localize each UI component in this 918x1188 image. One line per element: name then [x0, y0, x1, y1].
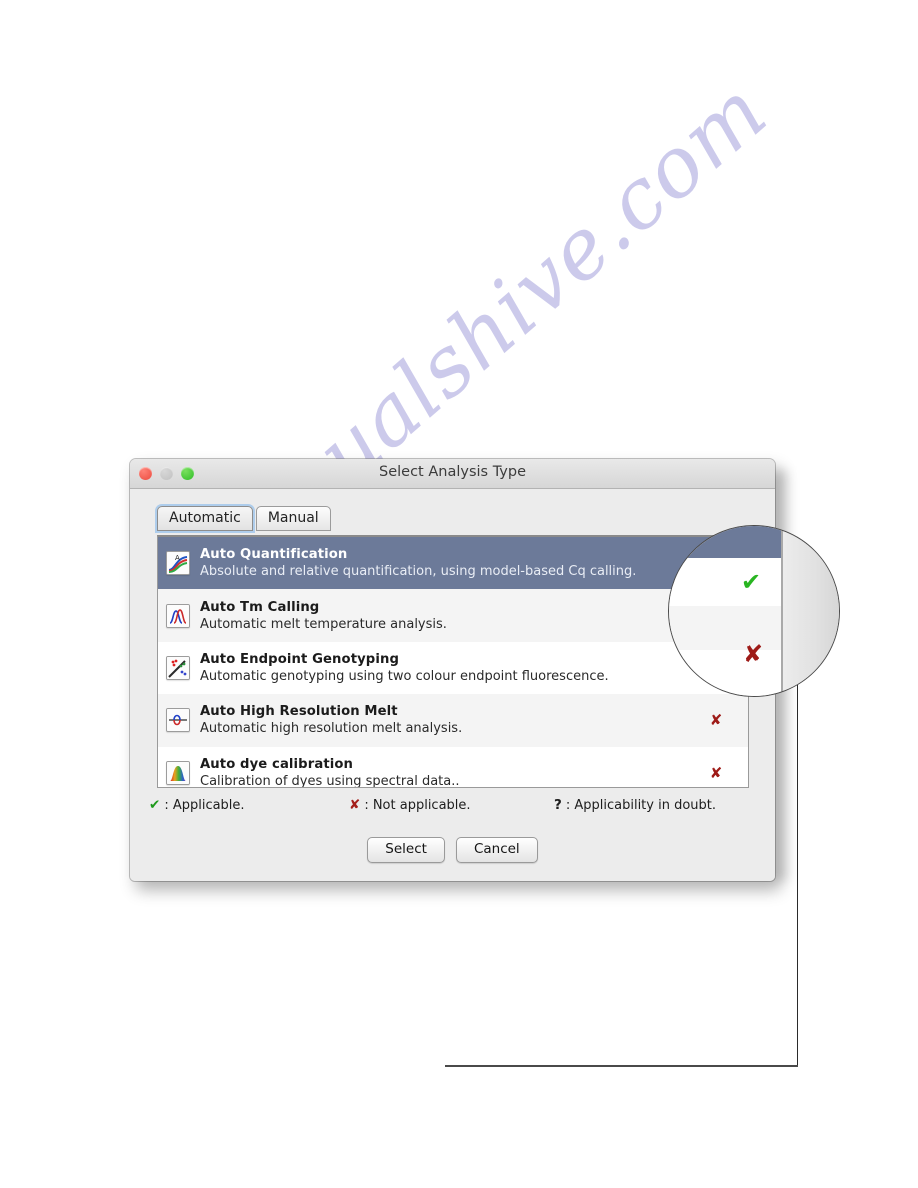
dialog-buttons: Select Cancel — [130, 837, 775, 863]
list-item-texts: Auto Endpoint Genotyping Automatic genot… — [200, 651, 684, 685]
list-item-title: Auto High Resolution Melt — [200, 704, 398, 720]
list-item-description: Automatic high resolution melt analysis. — [200, 721, 463, 737]
legend-not-applicable: ✘ : Not applicable. — [349, 797, 554, 813]
legend-applicable-label: : Applicable. — [164, 798, 245, 813]
list-item[interactable]: A Auto Quantification Absolute and relat… — [158, 537, 748, 590]
list-item[interactable]: Auto dye calibration Calibration of dyes… — [158, 746, 748, 788]
tab-manual[interactable]: Manual — [255, 506, 331, 531]
list-item-description: Automatic melt temperature analysis. — [200, 616, 447, 632]
legend-not-applicable-label: : Not applicable. — [364, 798, 471, 813]
amplification-curve-icon: A — [166, 551, 190, 576]
list-item-texts: Auto Tm Calling Automatic melt temperatu… — [200, 599, 684, 633]
page-rule-vertical — [797, 685, 798, 1067]
list-item[interactable]: Auto Tm Calling Automatic melt temperatu… — [158, 589, 748, 642]
list-item-title: Auto Endpoint Genotyping — [200, 651, 399, 667]
scanned-manual-page: manualshive.com Select Analysis Type Aut… — [0, 0, 918, 1188]
check-icon: ✔ — [149, 797, 161, 813]
svg-text:A: A — [175, 554, 180, 562]
list-item-texts: Auto High Resolution Melt Automatic high… — [200, 703, 684, 737]
magnifier-callout: ✔ ✘ — [668, 525, 840, 697]
cross-icon: ✘ — [349, 797, 361, 813]
cancel-button[interactable]: Cancel — [455, 837, 538, 863]
select-button[interactable]: Select — [367, 837, 445, 863]
list-item[interactable]: Auto High Resolution Melt Automatic high… — [158, 694, 748, 747]
genotyping-scatter-icon — [166, 655, 190, 680]
list-item-description: Calibration of dyes using spectral data.… — [200, 773, 460, 788]
dialog-titlebar: Select Analysis Type — [130, 459, 775, 489]
list-item-description: Absolute and relative quantification, us… — [200, 564, 637, 580]
analysis-type-list[interactable]: A Auto Quantification Absolute and relat… — [157, 535, 749, 788]
status-mark: ✘ — [709, 711, 723, 730]
magnified-cross-icon: ✘ — [743, 640, 764, 668]
list-item-title: Auto dye calibration — [200, 756, 353, 772]
magnified-row-selected — [669, 526, 781, 558]
magnified-row-2 — [669, 558, 781, 606]
legend-doubt: ? : Applicability in doubt. — [554, 797, 716, 813]
tab-automatic[interactable]: Automatic — [157, 506, 253, 531]
status-mark: ✘ — [709, 763, 723, 782]
magnified-row-4 — [669, 650, 781, 696]
page-rule-horizontal — [445, 1065, 798, 1067]
list-item-texts: Auto Quantification Absolute and relativ… — [200, 546, 684, 580]
legend-applicable: ✔ : Applicable. — [149, 797, 349, 813]
dye-spectrum-icon — [166, 760, 190, 785]
window-title: Select Analysis Type — [379, 464, 526, 480]
magnifier-content: ✔ ✘ — [669, 526, 839, 696]
list-item-title: Auto Tm Calling — [200, 599, 320, 615]
legend-doubt-label: : Applicability in doubt. — [565, 798, 717, 813]
magnified-check-icon: ✔ — [741, 568, 762, 596]
list-item-texts: Auto dye calibration Calibration of dyes… — [200, 756, 684, 788]
magnified-row-3 — [669, 606, 781, 650]
magnified-dialog-surface — [783, 526, 839, 696]
list-item-title: Auto Quantification — [200, 547, 348, 563]
tab-bar: Automatic Manual — [157, 506, 331, 531]
melt-peaks-icon — [166, 603, 190, 628]
list-item-description: Automatic genotyping using two colour en… — [200, 668, 609, 684]
legend: ✔ : Applicable. ✘ : Not applicable. ? : … — [149, 797, 749, 813]
hrm-curve-icon — [166, 708, 190, 733]
list-item[interactable]: Auto Endpoint Genotyping Automatic genot… — [158, 641, 748, 695]
question-icon: ? — [554, 797, 562, 813]
